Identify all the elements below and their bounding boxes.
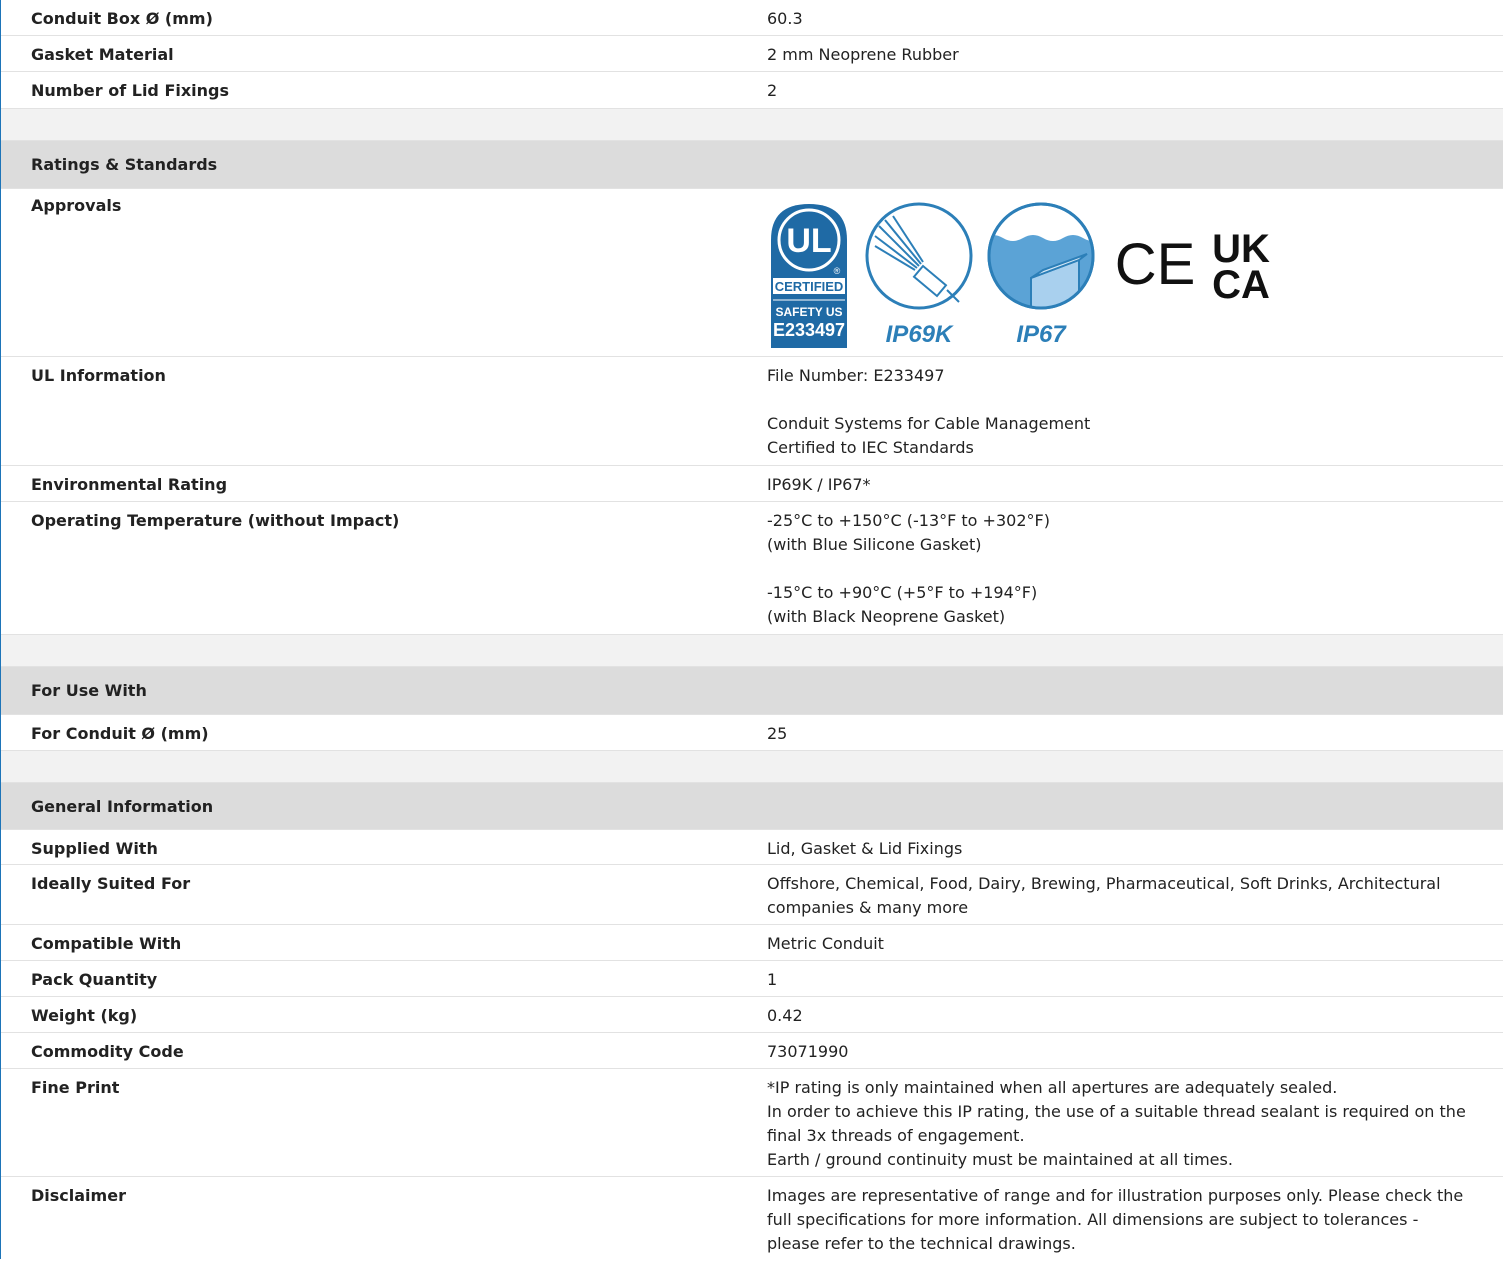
spec-value: 2 mm Neoprene Rubber bbox=[767, 45, 959, 64]
ip69k-logo: IP69K bbox=[865, 202, 973, 348]
svg-text:®: ® bbox=[834, 266, 841, 276]
spec-value: 0.42 bbox=[767, 1006, 803, 1025]
spec-label: Approvals bbox=[31, 196, 122, 215]
svg-text:UL: UL bbox=[786, 222, 831, 260]
spec-label: Fine Print bbox=[31, 1078, 120, 1097]
spec-row: For Conduit Ø (mm) 25 bbox=[1, 715, 1503, 751]
spec-row: Environmental Rating IP69K / IP67* bbox=[1, 466, 1503, 502]
spec-label: Ideally Suited For bbox=[31, 874, 191, 893]
spec-value: 60.3 bbox=[767, 9, 803, 28]
ce-mark-logo: CE bbox=[1115, 232, 1196, 297]
spec-row: UL Information File Number: E233497 Cond… bbox=[1, 357, 1503, 466]
spec-value: Offshore, Chemical, Food, Dairy, Brewing… bbox=[767, 874, 1441, 917]
section-header-use-with: For Use With bbox=[1, 667, 1503, 715]
spec-label: Environmental Rating bbox=[31, 475, 228, 494]
spec-row: Number of Lid Fixings 2 bbox=[1, 72, 1503, 109]
spec-row: Fine Print *IP rating is only maintained… bbox=[1, 1069, 1503, 1177]
spec-value: IP69K / IP67* bbox=[767, 475, 871, 494]
spec-row-approvals: Approvals UL ® CERTIFIED SAFETY US E2334… bbox=[1, 189, 1503, 357]
ip67-logo: IP67 bbox=[987, 202, 1095, 348]
spec-label: Operating Temperature (without Impact) bbox=[31, 511, 400, 530]
spec-label: Number of Lid Fixings bbox=[31, 81, 230, 100]
spec-value: -25°C to +150°C (-13°F to +302°F) (with … bbox=[767, 511, 1050, 626]
approvals-logos: UL ® CERTIFIED SAFETY US E233497 IP69K I… bbox=[737, 189, 1503, 356]
svg-text:E233497: E233497 bbox=[773, 320, 845, 340]
spec-label: Weight (kg) bbox=[31, 1006, 138, 1025]
spec-value: File Number: E233497 Conduit Systems for… bbox=[767, 366, 1091, 457]
spec-row: Disclaimer Images are representative of … bbox=[1, 1177, 1503, 1267]
svg-text:CA: CA bbox=[1212, 263, 1270, 307]
spec-label: Gasket Material bbox=[31, 45, 174, 64]
spec-label: Disclaimer bbox=[31, 1186, 126, 1205]
spec-value: 73071990 bbox=[767, 1042, 849, 1061]
spec-value: 25 bbox=[767, 724, 788, 743]
spec-label: Supplied With bbox=[31, 839, 158, 858]
spec-value: 1 bbox=[767, 970, 778, 989]
spec-label: Commodity Code bbox=[31, 1042, 184, 1061]
ukca-mark-logo: UK CA bbox=[1212, 227, 1270, 307]
section-spacer bbox=[1, 635, 1503, 667]
svg-text:CERTIFIED: CERTIFIED bbox=[775, 279, 844, 294]
spec-label: Pack Quantity bbox=[31, 970, 158, 989]
spec-row: Gasket Material 2 mm Neoprene Rubber bbox=[1, 36, 1503, 72]
section-spacer bbox=[1, 751, 1503, 783]
spec-value: Images are representative of range and f… bbox=[767, 1186, 1464, 1253]
spec-table: Conduit Box Ø (mm) 60.3 Gasket Material … bbox=[0, 0, 1503, 1259]
spec-row: Weight (kg) 0.42 bbox=[1, 997, 1503, 1033]
spec-row: Compatible With Metric Conduit bbox=[1, 925, 1503, 961]
spec-row: Ideally Suited For Offshore, Chemical, F… bbox=[1, 865, 1503, 925]
spec-row: Conduit Box Ø (mm) 60.3 bbox=[1, 0, 1503, 36]
spec-value: *IP rating is only maintained when all a… bbox=[767, 1078, 1466, 1169]
spec-row: Commodity Code 73071990 bbox=[1, 1033, 1503, 1069]
ul-certified-logo: UL ® CERTIFIED SAFETY US E233497 bbox=[771, 204, 847, 348]
section-header-ratings: Ratings & Standards bbox=[1, 141, 1503, 189]
spec-value: 2 bbox=[767, 81, 778, 100]
spec-value: Lid, Gasket & Lid Fixings bbox=[767, 839, 963, 858]
section-spacer bbox=[1, 109, 1503, 141]
spec-label: Compatible With bbox=[31, 934, 182, 953]
svg-text:CE: CE bbox=[1115, 232, 1196, 297]
svg-text:IP67: IP67 bbox=[1016, 321, 1067, 348]
spec-label: For Conduit Ø (mm) bbox=[31, 724, 209, 743]
spec-row: Operating Temperature (without Impact) -… bbox=[1, 502, 1503, 635]
spec-label: UL Information bbox=[31, 366, 166, 385]
spec-row: Supplied With Lid, Gasket & Lid Fixings bbox=[1, 830, 1503, 865]
spec-row: Pack Quantity 1 bbox=[1, 961, 1503, 997]
section-header-general: General Information bbox=[1, 783, 1503, 830]
svg-text:SAFETY US: SAFETY US bbox=[775, 305, 842, 319]
svg-text:IP69K: IP69K bbox=[886, 321, 954, 348]
spec-value: Metric Conduit bbox=[767, 934, 884, 953]
spec-label: Conduit Box Ø (mm) bbox=[31, 9, 213, 28]
